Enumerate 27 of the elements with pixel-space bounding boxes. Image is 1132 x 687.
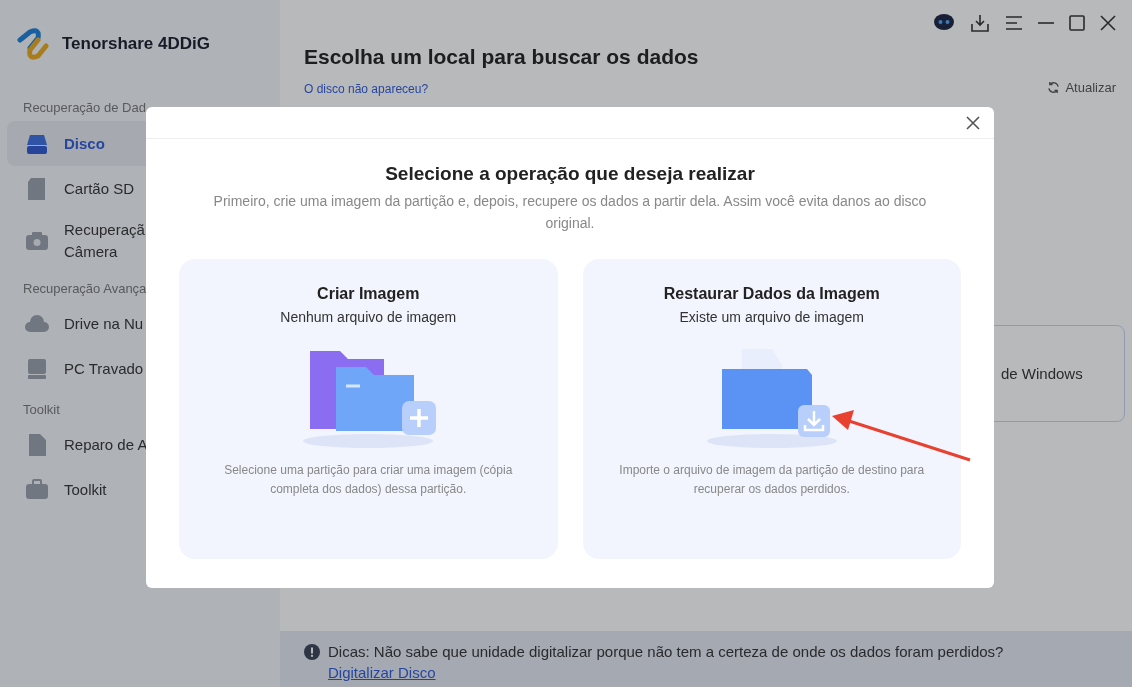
download-icon[interactable] [970,13,990,33]
option-description: Selecione uma partição para criar uma imagem (cópia completa dos dados) dessa partição. [223,462,514,498]
section-heading: Toolkit [22,400,61,419]
section-heading: Recuperação Avança [22,279,148,298]
tips-text: Dicas: Não sabe que unidade digitalizar porque não tem a certeza de onde os dados foram perdidos? Digitalizar Disco [328,642,1005,683]
close-icon[interactable] [966,115,980,130]
option-subtitle: Existe um arquivo de imagem [679,309,864,326]
option-subtitle: Nenhum arquivo de imagem [280,309,457,326]
robot-icon[interactable] [933,13,955,33]
option-title: Criar Imagem [317,285,420,304]
modal-title: Selecione a operação que deseja realizar [385,163,755,185]
scan-disk-link[interactable]: Digitalizar Disco [328,664,436,681]
option-card[interactable]: Restaurar Dados da Imagem Existe um arquivo de imagem Importe o arquivo de imagem da partição de destino para recuperar os dados perdidos. [582,259,961,560]
maximize-icon[interactable] [1069,15,1085,31]
help-link[interactable]: O disco não apareceu? [304,82,429,96]
logo-icon [16,28,52,60]
info-icon [304,644,320,660]
refresh-button[interactable]: Atualizar [1047,77,1116,97]
app-name: Tenorshare 4DDiG [62,34,210,54]
page-title: Escolha um local para buscar os dados [304,45,699,69]
section-heading: Recuperação de Dad [22,99,147,117]
refresh-icon [1047,80,1061,94]
close-icon[interactable] [1100,15,1116,31]
option-card[interactable]: Criar Imagem Nenhum arquivo de imagem Selecione uma partição para criar uma imagem (cópia completa dos dados) dessa partição. [179,259,558,560]
option-description: Importe o arquivo de imagem da partição de destino para recuperar os dados perdidos. [618,462,926,498]
menu-icon[interactable] [1005,15,1023,31]
option-title: Restaurar Dados da Imagem [663,285,880,304]
